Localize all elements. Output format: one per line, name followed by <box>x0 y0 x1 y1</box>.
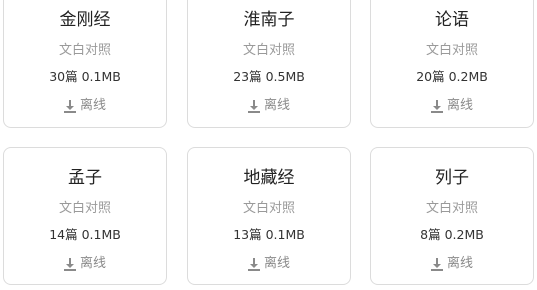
download-icon <box>63 257 76 271</box>
book-card-jingangjing[interactable]: 金刚经 文白对照 30篇 0.1MB 离线 <box>3 0 167 128</box>
book-title: 淮南子 <box>243 10 295 30</box>
book-card-mengzi[interactable]: 孟子 文白对照 14篇 0.1MB 离线 <box>3 147 167 285</box>
download-label: 离线 <box>446 98 473 113</box>
book-title: 论语 <box>435 10 469 30</box>
download-icon <box>247 99 260 113</box>
book-meta: 8篇 0.2MB <box>420 227 484 242</box>
download-label: 离线 <box>79 256 106 271</box>
book-title: 地藏经 <box>243 168 295 188</box>
download-label: 离线 <box>446 256 473 271</box>
book-title: 金刚经 <box>59 10 111 30</box>
download-label: 离线 <box>263 98 290 113</box>
book-meta: 14篇 0.1MB <box>49 227 121 242</box>
download-label: 离线 <box>263 256 290 271</box>
book-subtitle: 文白对照 <box>242 201 295 216</box>
book-meta: 20篇 0.2MB <box>416 69 488 84</box>
book-meta: 13篇 0.1MB <box>233 227 305 242</box>
book-title: 列子 <box>435 168 469 188</box>
book-card-huainanzi[interactable]: 淮南子 文白对照 23篇 0.5MB 离线 <box>187 0 351 128</box>
book-subtitle: 文白对照 <box>425 201 478 216</box>
download-label: 离线 <box>79 98 106 113</box>
download-icon <box>430 99 443 113</box>
book-card-liezi[interactable]: 列子 文白对照 8篇 0.2MB 离线 <box>370 147 534 285</box>
download-icon <box>430 257 443 271</box>
download-icon <box>247 257 260 271</box>
book-card-lunyu[interactable]: 论语 文白对照 20篇 0.2MB 离线 <box>370 0 534 128</box>
offline-download-button[interactable]: 离线 <box>371 256 533 272</box>
offline-download-button[interactable]: 离线 <box>188 98 350 114</box>
book-meta: 30篇 0.1MB <box>49 69 121 84</box>
book-title: 孟子 <box>68 168 102 188</box>
book-subtitle: 文白对照 <box>58 43 111 58</box>
download-icon <box>63 99 76 113</box>
offline-download-button[interactable]: 离线 <box>371 98 533 114</box>
book-card-dizangjing[interactable]: 地藏经 文白对照 13篇 0.1MB 离线 <box>187 147 351 285</box>
offline-download-button[interactable]: 离线 <box>188 256 350 272</box>
book-subtitle: 文白对照 <box>425 43 478 58</box>
book-meta: 23篇 0.5MB <box>233 69 305 84</box>
book-grid: 金刚经 文白对照 30篇 0.1MB 离线 淮南子 文白对照 23篇 0.5MB… <box>0 0 537 290</box>
book-subtitle: 文白对照 <box>58 201 111 216</box>
book-subtitle: 文白对照 <box>242 43 295 58</box>
offline-download-button[interactable]: 离线 <box>4 98 166 114</box>
offline-download-button[interactable]: 离线 <box>4 256 166 272</box>
